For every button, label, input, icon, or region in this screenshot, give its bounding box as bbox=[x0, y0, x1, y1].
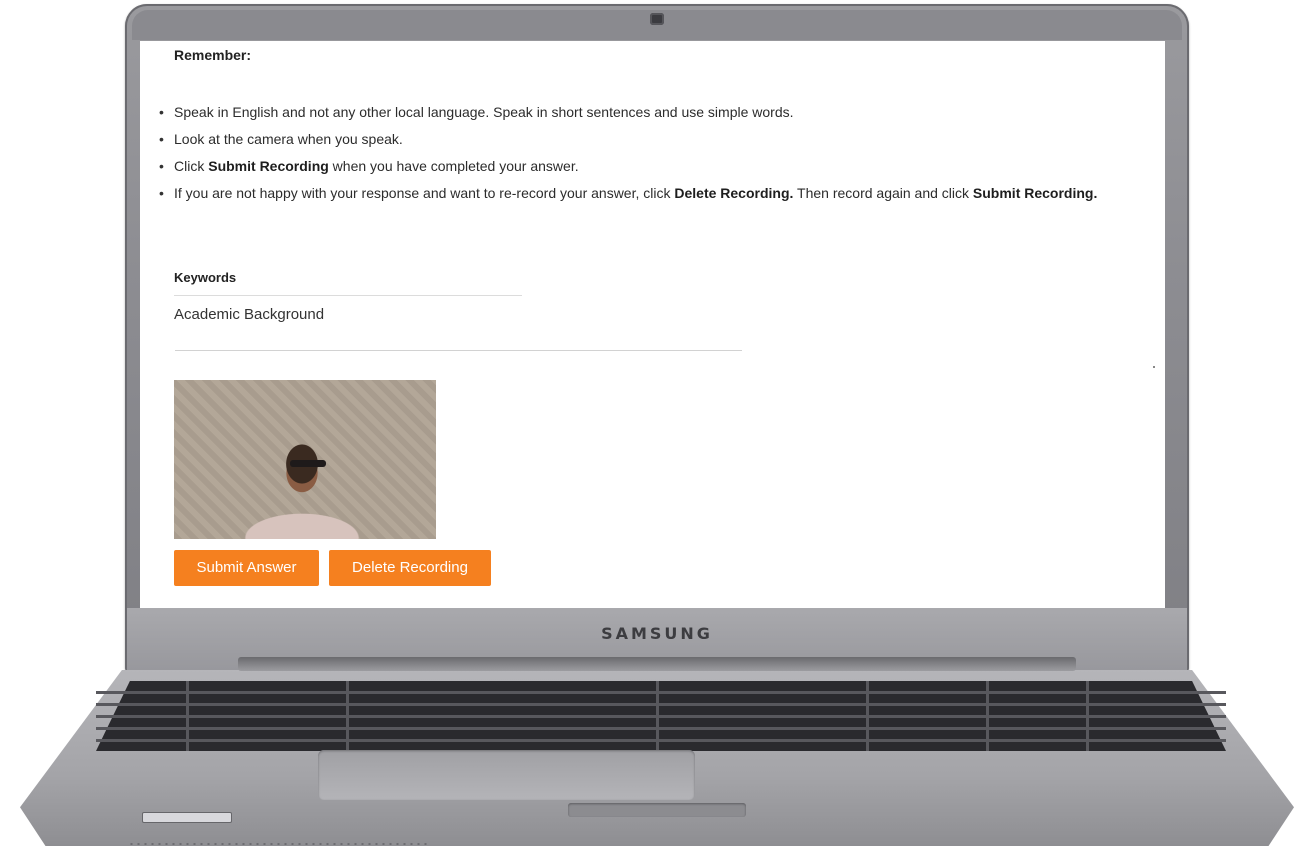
instruction-item: Speak in English and not any other local… bbox=[159, 99, 1124, 126]
stray-dot bbox=[1153, 366, 1155, 368]
instruction-bold-text: Submit Recording. bbox=[972, 185, 1098, 201]
card-slot bbox=[142, 812, 232, 823]
instruction-text: when you have completed your answer. bbox=[328, 158, 579, 174]
video-person-glasses bbox=[290, 460, 326, 467]
instruction-bold-text: Submit Recording bbox=[208, 158, 329, 174]
keywords-divider bbox=[174, 295, 522, 296]
instruction-item: If you are not happy with your response … bbox=[159, 180, 1124, 207]
submit-answer-button[interactable]: Submit Answer bbox=[174, 550, 319, 586]
instruction-text: Then record again and click bbox=[793, 185, 973, 201]
laptop-screen: Remember: Speak in English and not any o… bbox=[140, 41, 1165, 608]
key-col-divider bbox=[866, 681, 869, 751]
key-row-divider bbox=[96, 739, 1226, 742]
instruction-item: Click Submit Recording when you have com… bbox=[159, 153, 1124, 180]
instructions-list: Speak in English and not any other local… bbox=[159, 99, 1124, 207]
key-row-divider bbox=[96, 691, 1226, 694]
key-col-divider bbox=[656, 681, 659, 751]
keyboard-key-grid bbox=[96, 681, 1226, 751]
instruction-item: Look at the camera when you speak. bbox=[159, 126, 1124, 153]
key-row-divider bbox=[96, 703, 1226, 706]
delete-recording-button[interactable]: Delete Recording bbox=[329, 550, 491, 586]
key-col-divider bbox=[986, 681, 989, 751]
webcam-video-preview bbox=[174, 380, 436, 539]
laptop-hinge bbox=[238, 657, 1076, 671]
keywords-value: Academic Background bbox=[174, 306, 325, 323]
section-divider bbox=[175, 350, 742, 351]
instruction-text: Speak in English and not any other local… bbox=[174, 104, 794, 120]
webcam-icon bbox=[650, 13, 664, 25]
keywords-heading: Keywords bbox=[174, 270, 237, 285]
key-col-divider bbox=[1086, 681, 1089, 751]
front-latch bbox=[568, 803, 746, 817]
laptop-brand-logo: SAMSUNG bbox=[601, 624, 713, 643]
key-row-divider bbox=[96, 727, 1226, 730]
key-col-divider bbox=[346, 681, 349, 751]
instruction-bold-text: Delete Recording. bbox=[674, 185, 794, 201]
instruction-text: Look at the camera when you speak. bbox=[174, 131, 403, 147]
instruction-text: Click bbox=[174, 158, 209, 174]
speaker-grille bbox=[128, 842, 428, 846]
instruction-text: If you are not happy with your response … bbox=[174, 185, 675, 201]
key-col-divider bbox=[186, 681, 189, 751]
remember-heading: Remember: bbox=[174, 47, 252, 63]
key-row-divider bbox=[96, 715, 1226, 718]
touchpad bbox=[318, 750, 695, 800]
